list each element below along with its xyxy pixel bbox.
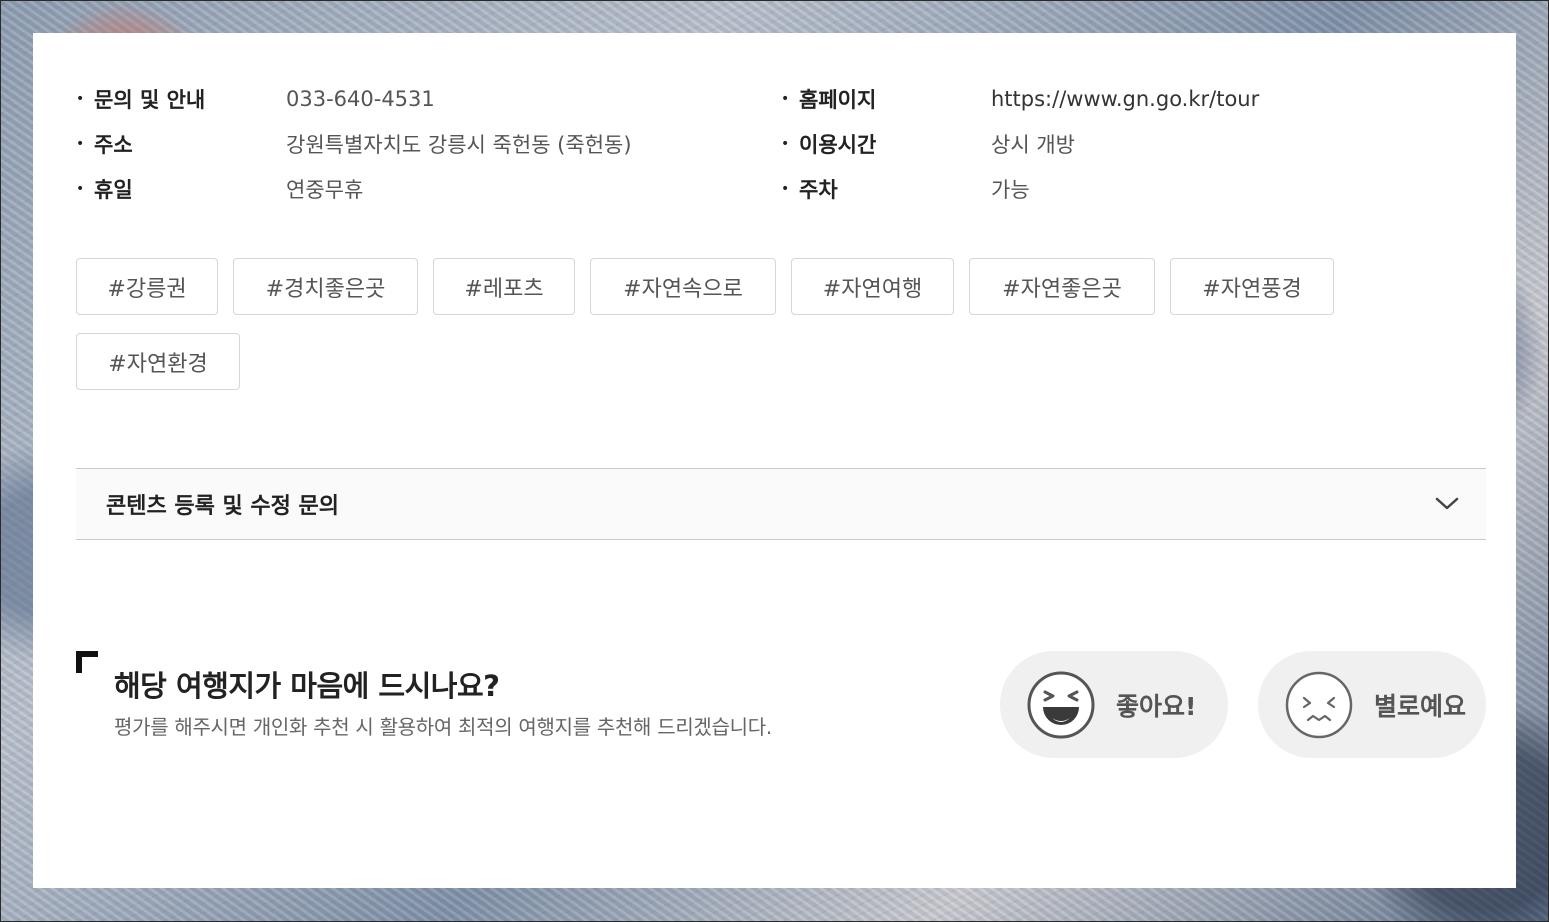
info-value: 연중무휴 <box>286 178 364 202</box>
rating-title: 해당 여행지가 마음에 드시나요? <box>114 669 500 703</box>
info-row-hours: • 이용시간 상시 개방 <box>781 128 1075 160</box>
laughing-face-icon <box>1027 671 1095 738</box>
info-row-homepage: • 홈페이지 https://www.gn.go.kr/tour <box>781 83 1259 115</box>
tag-button[interactable]: #자연여행 <box>791 258 954 315</box>
info-row-parking: • 주차 가능 <box>781 173 1030 205</box>
tag-button[interactable]: #경치좋은곳 <box>233 258 418 315</box>
rating-section: 해당 여행지가 마음에 드시나요? 평가를 해주시면 개인화 추천 시 활용하여… <box>76 651 1486 761</box>
chevron-down-icon <box>1432 489 1462 519</box>
content-inquiry-accordion[interactable]: 콘텐츠 등록 및 수정 문의 <box>76 468 1486 540</box>
like-button[interactable]: 좋아요! <box>1000 651 1228 758</box>
accordion-title: 콘텐츠 등록 및 수정 문의 <box>106 494 340 519</box>
rating-description: 평가를 해주시면 개인화 추천 시 활용하여 최적의 여행지를 추천해 드리겠습… <box>114 715 772 739</box>
corner-bracket-icon <box>76 651 98 673</box>
info-value: 가능 <box>991 178 1030 202</box>
detail-card: • 문의 및 안내 033-640-4531 • 주소 강원특별자치도 강릉시 … <box>33 33 1516 888</box>
info-label: 주차 <box>799 178 838 202</box>
bullet-icon: • <box>781 91 790 107</box>
info-row-address: • 주소 강원특별자치도 강릉시 죽헌동 (죽헌동) <box>76 128 632 160</box>
tag-button[interactable]: #자연환경 <box>76 333 240 390</box>
bullet-icon: • <box>76 136 85 152</box>
info-row-contact: • 문의 및 안내 033-640-4531 <box>76 83 435 115</box>
info-label: 휴일 <box>94 178 133 202</box>
info-label: 문의 및 안내 <box>94 88 206 112</box>
dislike-button[interactable]: 별로예요 <box>1258 651 1486 758</box>
bullet-icon: • <box>76 181 85 197</box>
tag-button[interactable]: #자연풍경 <box>1170 258 1334 315</box>
info-label: 이용시간 <box>799 133 877 157</box>
info-row-holiday: • 휴일 연중무휴 <box>76 173 363 205</box>
bullet-icon: • <box>781 181 790 197</box>
tag-button[interactable]: #자연속으로 <box>590 258 776 315</box>
unhappy-face-icon <box>1285 671 1353 738</box>
bullet-icon: • <box>76 91 85 107</box>
bullet-icon: • <box>781 136 790 152</box>
tag-button[interactable]: #강릉권 <box>76 258 218 315</box>
info-value: 상시 개방 <box>991 133 1075 157</box>
like-label: 좋아요! <box>1116 691 1197 721</box>
info-value: 033-640-4531 <box>286 87 435 111</box>
tag-button[interactable]: #자연좋은곳 <box>969 258 1155 315</box>
info-label: 주소 <box>94 133 133 157</box>
info-label: 홈페이지 <box>799 88 877 112</box>
dislike-label: 별로예요 <box>1374 691 1467 721</box>
homepage-link[interactable]: https://www.gn.go.kr/tour <box>991 87 1259 111</box>
info-value: 강원특별자치도 강릉시 죽헌동 (죽헌동) <box>286 133 632 157</box>
tag-button[interactable]: #레포츠 <box>433 258 575 315</box>
